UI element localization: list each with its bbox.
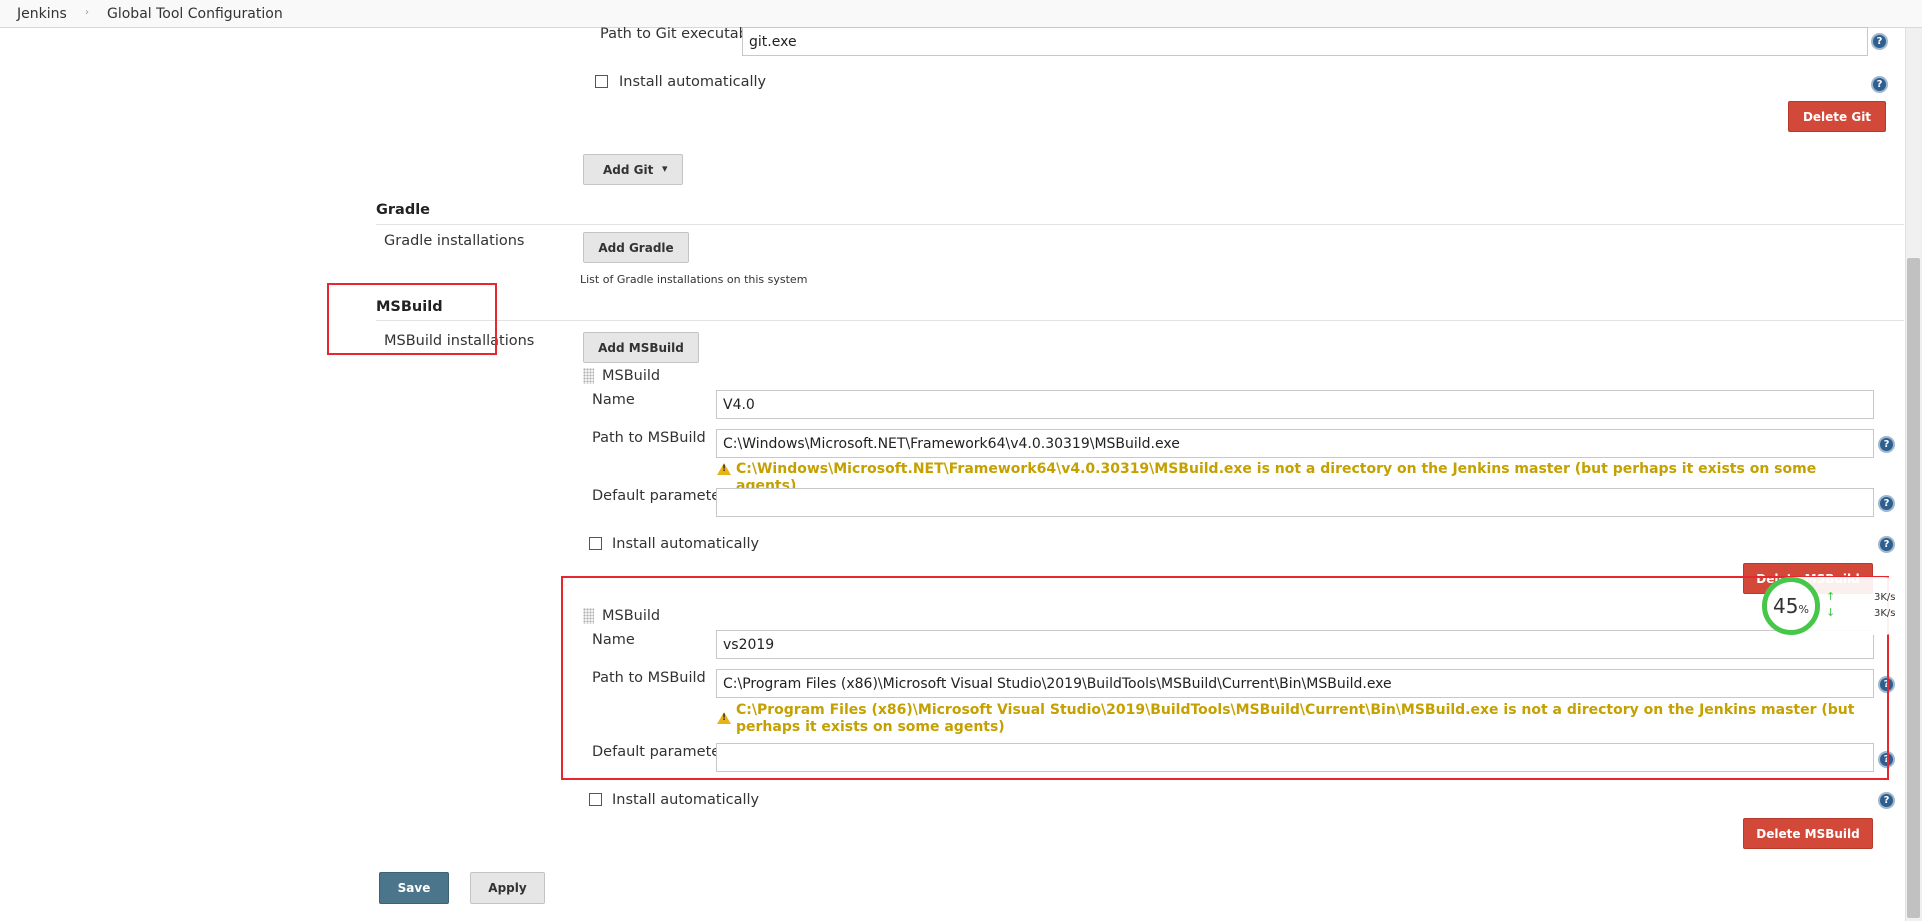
gradle-installations-note: List of Gradle installations on this sys… [580,273,808,286]
git-install-automatically-checkbox[interactable] [595,75,608,88]
breadcrumb-jenkins[interactable]: Jenkins [17,6,67,22]
breadcrumb-separator: › [85,7,89,18]
network-percent: 45 [1773,594,1799,618]
upload-rate: 3K/s [1874,592,1896,603]
network-speed-widget[interactable]: 45% ↑ 3K/s ↓ 3K/s [1762,577,1912,635]
download-rate: 3K/s [1874,608,1896,619]
add-git-button[interactable]: Add Git ▾ [583,154,683,185]
git-install-help-icon[interactable]: ? [1871,76,1888,93]
msbuild-path-label: Path to MSBuild [592,430,706,446]
add-msbuild-button[interactable]: Add MSBuild [583,332,699,363]
breadcrumb: Jenkins › Global Tool Configuration [0,0,1922,28]
git-install-automatically-label: Install automatically [619,74,767,90]
git-path-label: Path to Git executable [600,26,761,42]
msbuild-params-help-icon[interactable]: ? [1878,495,1895,512]
msbuild-install-automatically-checkbox[interactable] [589,537,602,550]
annotation-box-msbuild-title [327,283,497,355]
msbuild-install-help-icon[interactable]: ? [1878,792,1895,809]
drag-handle-icon[interactable] [583,368,594,384]
warning-icon [717,463,731,475]
git-path-help-icon[interactable]: ? [1871,33,1888,50]
scrollbar-thumb[interactable] [1907,258,1920,918]
network-percent-unit: % [1798,603,1809,616]
msbuild-path-input[interactable] [716,429,1874,458]
git-path-input[interactable] [742,27,1868,56]
msbuild-entry-header: MSBuild [602,368,661,384]
msbuild-install-automatically-label: Install automatically [612,792,760,808]
gradle-installations-label: Gradle installations [384,233,525,249]
apply-button[interactable]: Apply [470,872,545,904]
annotation-box-msbuild-entry [561,576,1889,780]
delete-msbuild-button[interactable]: Delete MSBuild [1743,818,1873,849]
chevron-down-icon[interactable]: ▾ [662,162,668,175]
msbuild-path-help-icon[interactable]: ? [1878,436,1895,453]
msbuild-name-label: Name [592,392,635,408]
msbuild-name-input[interactable] [716,390,1874,419]
download-arrow-icon: ↓ [1826,606,1836,619]
msbuild-install-automatically-checkbox[interactable] [589,793,602,806]
msbuild-install-automatically-label: Install automatically [612,536,760,552]
msbuild-default-parameters-input[interactable] [716,488,1874,517]
add-git-label: Add Git [603,163,654,177]
add-gradle-button[interactable]: Add Gradle [583,232,689,263]
msbuild-divider [376,320,1904,321]
upload-arrow-icon: ↑ [1826,590,1836,603]
breadcrumb-global-tool-configuration[interactable]: Global Tool Configuration [107,6,283,22]
msbuild-install-help-icon[interactable]: ? [1878,536,1895,553]
save-button[interactable]: Save [379,872,449,904]
msbuild-default-parameters-label: Default parameters [592,488,734,504]
gradle-section-title: Gradle [376,202,431,218]
gradle-divider [376,224,1904,225]
progress-ring: 45% [1762,577,1820,635]
delete-git-button[interactable]: Delete Git [1788,101,1886,132]
